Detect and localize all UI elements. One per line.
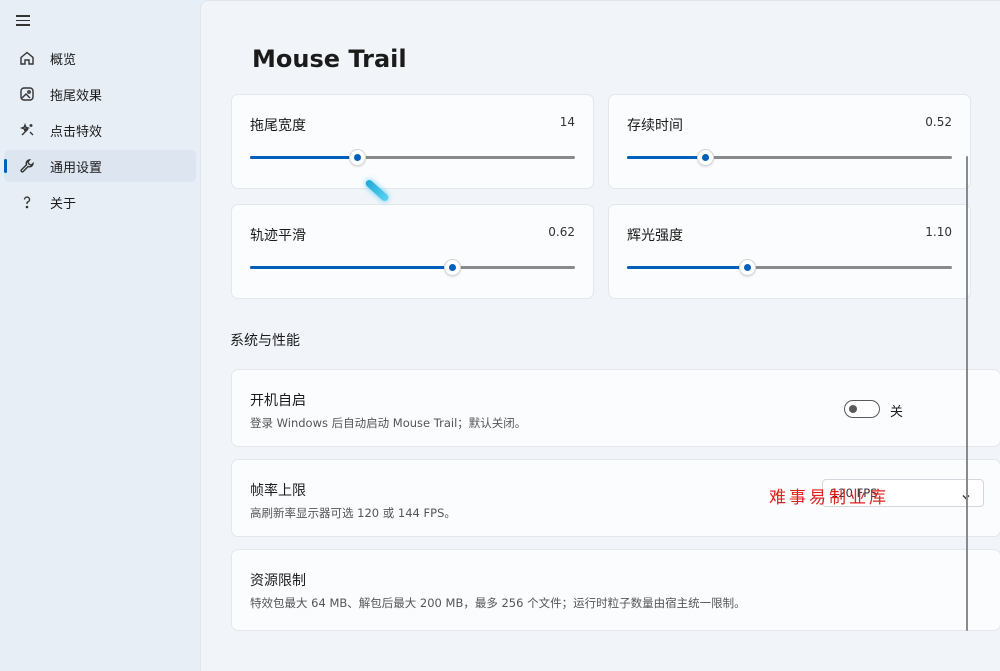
slider-fill <box>627 156 705 159</box>
setting-title: 开机自启 <box>250 393 306 409</box>
slider-card-duration: 存续时间 0.52 <box>608 94 971 189</box>
question-icon <box>18 193 36 211</box>
slider-label: 存续时间 <box>627 118 683 134</box>
smoothing-slider[interactable] <box>250 259 575 276</box>
sparkle-icon <box>18 121 36 139</box>
slider-value: 1.10 <box>925 225 952 239</box>
slider-card-glow: 辉光强度 1.10 <box>608 204 971 299</box>
setting-description: 特效包最大 64 MB、解包后最大 200 MB，最多 256 个文件；运行时粒… <box>250 596 746 610</box>
slider-thumb[interactable] <box>739 259 757 276</box>
sidebar-item-general-settings[interactable]: 通用设置 <box>4 150 196 182</box>
wrench-icon <box>18 157 36 175</box>
sidebar-item-label: 概览 <box>50 52 77 68</box>
slider-fill <box>627 266 748 269</box>
page-title: Mouse Trail <box>252 45 407 73</box>
toggle-knob <box>849 405 857 413</box>
dropdown-value: 120 FPS <box>831 486 878 500</box>
slider-card-smoothing: 轨迹平滑 0.62 <box>231 204 594 299</box>
image-icon <box>18 85 36 103</box>
setting-card-resources: 资源限制 特效包最大 64 MB、解包后最大 200 MB，最多 256 个文件… <box>231 549 1000 631</box>
sidebar-item-overview[interactable]: 概览 <box>4 42 196 74</box>
sidebar-item-label: 通用设置 <box>50 160 103 176</box>
slider-thumb[interactable] <box>349 149 367 166</box>
section-title: 系统与性能 <box>230 333 300 349</box>
vertical-scrollbar[interactable] <box>966 156 968 631</box>
slider-value: 0.62 <box>548 225 575 239</box>
slider-thumb[interactable] <box>697 149 714 166</box>
duration-slider[interactable] <box>627 149 952 166</box>
sidebar-item-label: 关于 <box>50 196 77 212</box>
setting-title: 资源限制 <box>250 573 306 589</box>
sidebar-item-trail-effect[interactable]: 拖尾效果 <box>4 78 196 110</box>
slider-value: 14 <box>559 115 575 129</box>
sidebar-item-label: 拖尾效果 <box>50 88 103 104</box>
sidebar-item-click-effect[interactable]: 点击特效 <box>4 114 196 146</box>
nav-list: 概览 拖尾效果 点击特效 通用设置 关于 <box>4 42 196 222</box>
slider-value: 0.52 <box>925 115 952 129</box>
slider-card-trail-width: 拖尾宽度 14 <box>231 94 594 189</box>
slider-fill <box>250 156 358 159</box>
framerate-dropdown[interactable]: 120 FPS <box>822 479 984 507</box>
glow-slider[interactable] <box>627 259 952 276</box>
menu-icon[interactable] <box>16 12 36 32</box>
content-panel: Mouse Trail 拖尾宽度 14 存续时间 0.52 轨迹平滑 0.62 … <box>200 0 1000 671</box>
setting-card-autostart: 开机自启 登录 Windows 后自动启动 Mouse Trail；默认关闭。 … <box>231 369 1000 447</box>
setting-title: 帧率上限 <box>250 483 306 499</box>
toggle-state-label: 关 <box>890 405 904 420</box>
slider-fill <box>250 266 452 269</box>
trail-width-slider[interactable] <box>250 149 575 166</box>
sidebar-item-label: 点击特效 <box>50 124 103 140</box>
slider-label: 拖尾宽度 <box>250 118 306 134</box>
setting-description: 高刷新率显示器可选 120 或 144 FPS。 <box>250 506 456 520</box>
slider-label: 轨迹平滑 <box>250 228 306 244</box>
setting-description: 登录 Windows 后自动启动 Mouse Trail；默认关闭。 <box>250 416 527 430</box>
home-icon <box>18 49 36 67</box>
autostart-toggle[interactable] <box>844 400 880 418</box>
slider-label: 辉光强度 <box>627 228 683 244</box>
slider-thumb[interactable] <box>443 259 461 276</box>
sidebar-item-about[interactable]: 关于 <box>4 186 196 218</box>
setting-card-framerate: 帧率上限 高刷新率显示器可选 120 或 144 FPS。 120 FPS <box>231 459 1000 537</box>
sidebar: 概览 拖尾效果 点击特效 通用设置 关于 <box>0 0 200 671</box>
